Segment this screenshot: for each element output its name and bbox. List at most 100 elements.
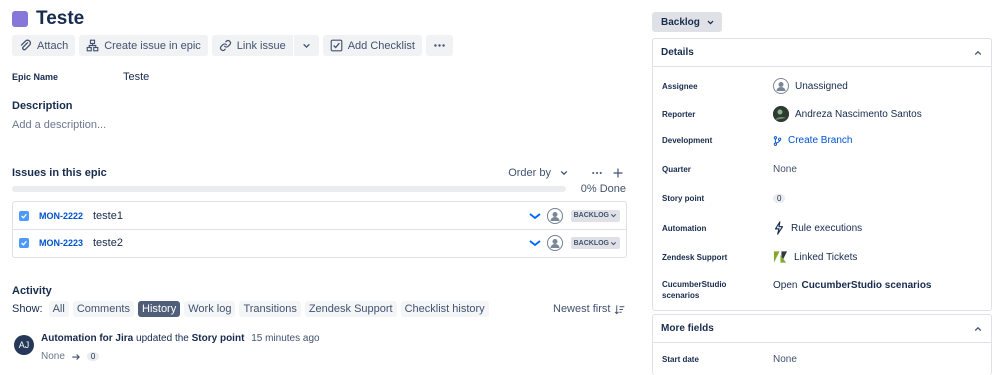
history-entry-body: Automation for Jira updated the Story po… [41,333,320,362]
attach-button[interactable]: Attach [12,35,76,56]
history-change: None 0 [41,351,320,362]
child-issues-list: MON-2222 teste1 BACKLOG MON-2223 teste2 … [12,201,627,258]
task-type-icon [19,238,29,248]
issue-summary[interactable]: teste2 [93,237,529,249]
title-row: Teste [12,8,84,30]
issue-toolbar: Attach Create issue in epic Link issue A… [12,35,453,56]
more-fields-heading: More fields [661,323,714,334]
cucumberstudio-label-line2: scenarios [662,291,700,300]
epic-name-value[interactable]: Teste [123,71,149,83]
chevron-down-icon [302,43,310,49]
epic-icon [12,11,28,27]
chevron-down-icon [610,241,617,245]
filter-work-log[interactable]: Work log [184,301,236,317]
branch-icon [773,135,782,146]
priority-low-icon [529,240,541,247]
start-date-label: Start date [662,355,699,364]
assignee-label: Assignee [662,81,698,91]
assignee-avatar[interactable] [546,235,563,251]
filter-comments[interactable]: Comments [72,301,134,317]
history-timestamp: 15 minutes ago [251,333,320,344]
progress-label: 0% Done [580,183,626,195]
issue-summary[interactable]: teste1 [93,210,529,222]
history-to-value: 0 [86,352,100,361]
description-editor[interactable]: Add a description... [12,119,106,131]
add-child-issue-button[interactable] [610,165,626,181]
assignee-field: Assignee Unassigned [662,78,982,94]
create-issue-in-epic-button[interactable]: Create issue in epic [79,35,208,56]
details-heading: Details [661,47,694,58]
more-actions-button[interactable] [425,35,453,56]
sort-descending-icon [615,304,625,314]
reporter-avatar [773,106,789,122]
filter-zendesk-support[interactable]: Zendesk Support [304,301,397,317]
quarter-field: Quarter None [662,164,982,175]
history-actor[interactable]: Automation for Jira [41,333,133,344]
task-type-icon [19,210,29,221]
link-issue-button[interactable]: Link issue [211,35,293,56]
status-transition-button[interactable]: Backlog [652,12,722,32]
more-fields-header[interactable]: More fields [653,315,991,343]
issue-title[interactable]: Teste [36,8,84,30]
attach-label: Attach [37,39,69,52]
filter-all[interactable]: All [48,301,69,317]
status-label: BACKLOG [573,212,609,219]
priority-low-icon [529,212,541,219]
linked-tickets-link[interactable]: Linked Tickets [773,250,857,264]
assignee-value[interactable]: Unassigned [773,78,848,94]
cucumberstudio-field: CucumberStudio scenarios Open CucumberSt… [662,279,982,301]
link-issue-label: Link issue [236,39,286,52]
progress-bar [12,186,566,192]
cucumberstudio-scenarios-label: CucumberStudio scenarios [801,279,932,291]
status-dropdown[interactable]: BACKLOG [570,237,620,249]
plus-icon [613,168,623,178]
quarter-value[interactable]: None [773,164,797,175]
details-panel-header[interactable]: Details [653,39,991,67]
story-point-value[interactable]: 0 [773,194,786,203]
zendesk-logo-icon [773,251,788,263]
filter-checklist-history[interactable]: Checklist history [400,301,489,317]
add-checklist-button[interactable]: Add Checklist [322,35,422,56]
checkbox-icon [330,39,343,52]
assignee-name: Unassigned [795,80,848,92]
filter-transitions[interactable]: Transitions [239,301,301,317]
order-by-label: Order by [508,167,551,179]
more-icon [592,171,602,175]
reporter-value[interactable]: Andreza Nascimento Santos [773,106,922,122]
epic-progress: 0% Done [12,183,626,195]
table-row[interactable]: MON-2222 teste1 BACKLOG [13,202,626,229]
issue-key-link[interactable]: MON-2222 [39,211,93,221]
paperclip-icon [20,39,32,51]
issues-more-button[interactable] [589,165,605,181]
description-heading: Description [12,100,73,112]
filter-history[interactable]: History [138,301,181,317]
sort-order-button[interactable]: Newest first [553,303,625,315]
more-icon [434,44,445,47]
sort-order-label: Newest first [553,303,611,315]
table-row[interactable]: MON-2223 teste2 BACKLOG [13,229,626,256]
assignee-avatar[interactable] [546,207,563,224]
create-branch-link[interactable]: Create Branch [773,135,852,146]
open-cucumberstudio-link[interactable]: Open CucumberStudio scenarios [773,280,932,291]
history-action: updated the [136,333,189,344]
story-point-field: Story point 0 [662,193,982,204]
add-checklist-label: Add Checklist [347,39,415,52]
rule-executions-link[interactable]: Rule executions [773,221,862,235]
reporter-field: Reporter Andreza Nascimento Santos [662,106,982,122]
show-label: Show: [12,303,43,315]
chevron-up-icon [974,50,982,55]
lightning-icon [774,221,784,235]
start-date-value[interactable]: None [773,354,797,365]
zendesk-support-field: Zendesk Support Linked Tickets [662,250,982,264]
history-entry-summary: Automation for Jira updated the Story po… [41,333,320,344]
link-icon [219,39,231,52]
activity-filter-bar: Show: All Comments History Work log Tran… [12,301,489,317]
order-by-dropdown[interactable]: Order by [508,167,569,179]
issue-key-link[interactable]: MON-2223 [39,238,93,248]
activity-heading: Activity [12,285,52,297]
status-dropdown[interactable]: BACKLOG [570,209,620,222]
cucumberstudio-label: CucumberStudio scenarios [662,279,773,301]
avatar[interactable]: AJ [14,335,34,355]
chevron-down-icon [560,170,568,176]
link-issue-dropdown-button[interactable] [293,35,319,56]
